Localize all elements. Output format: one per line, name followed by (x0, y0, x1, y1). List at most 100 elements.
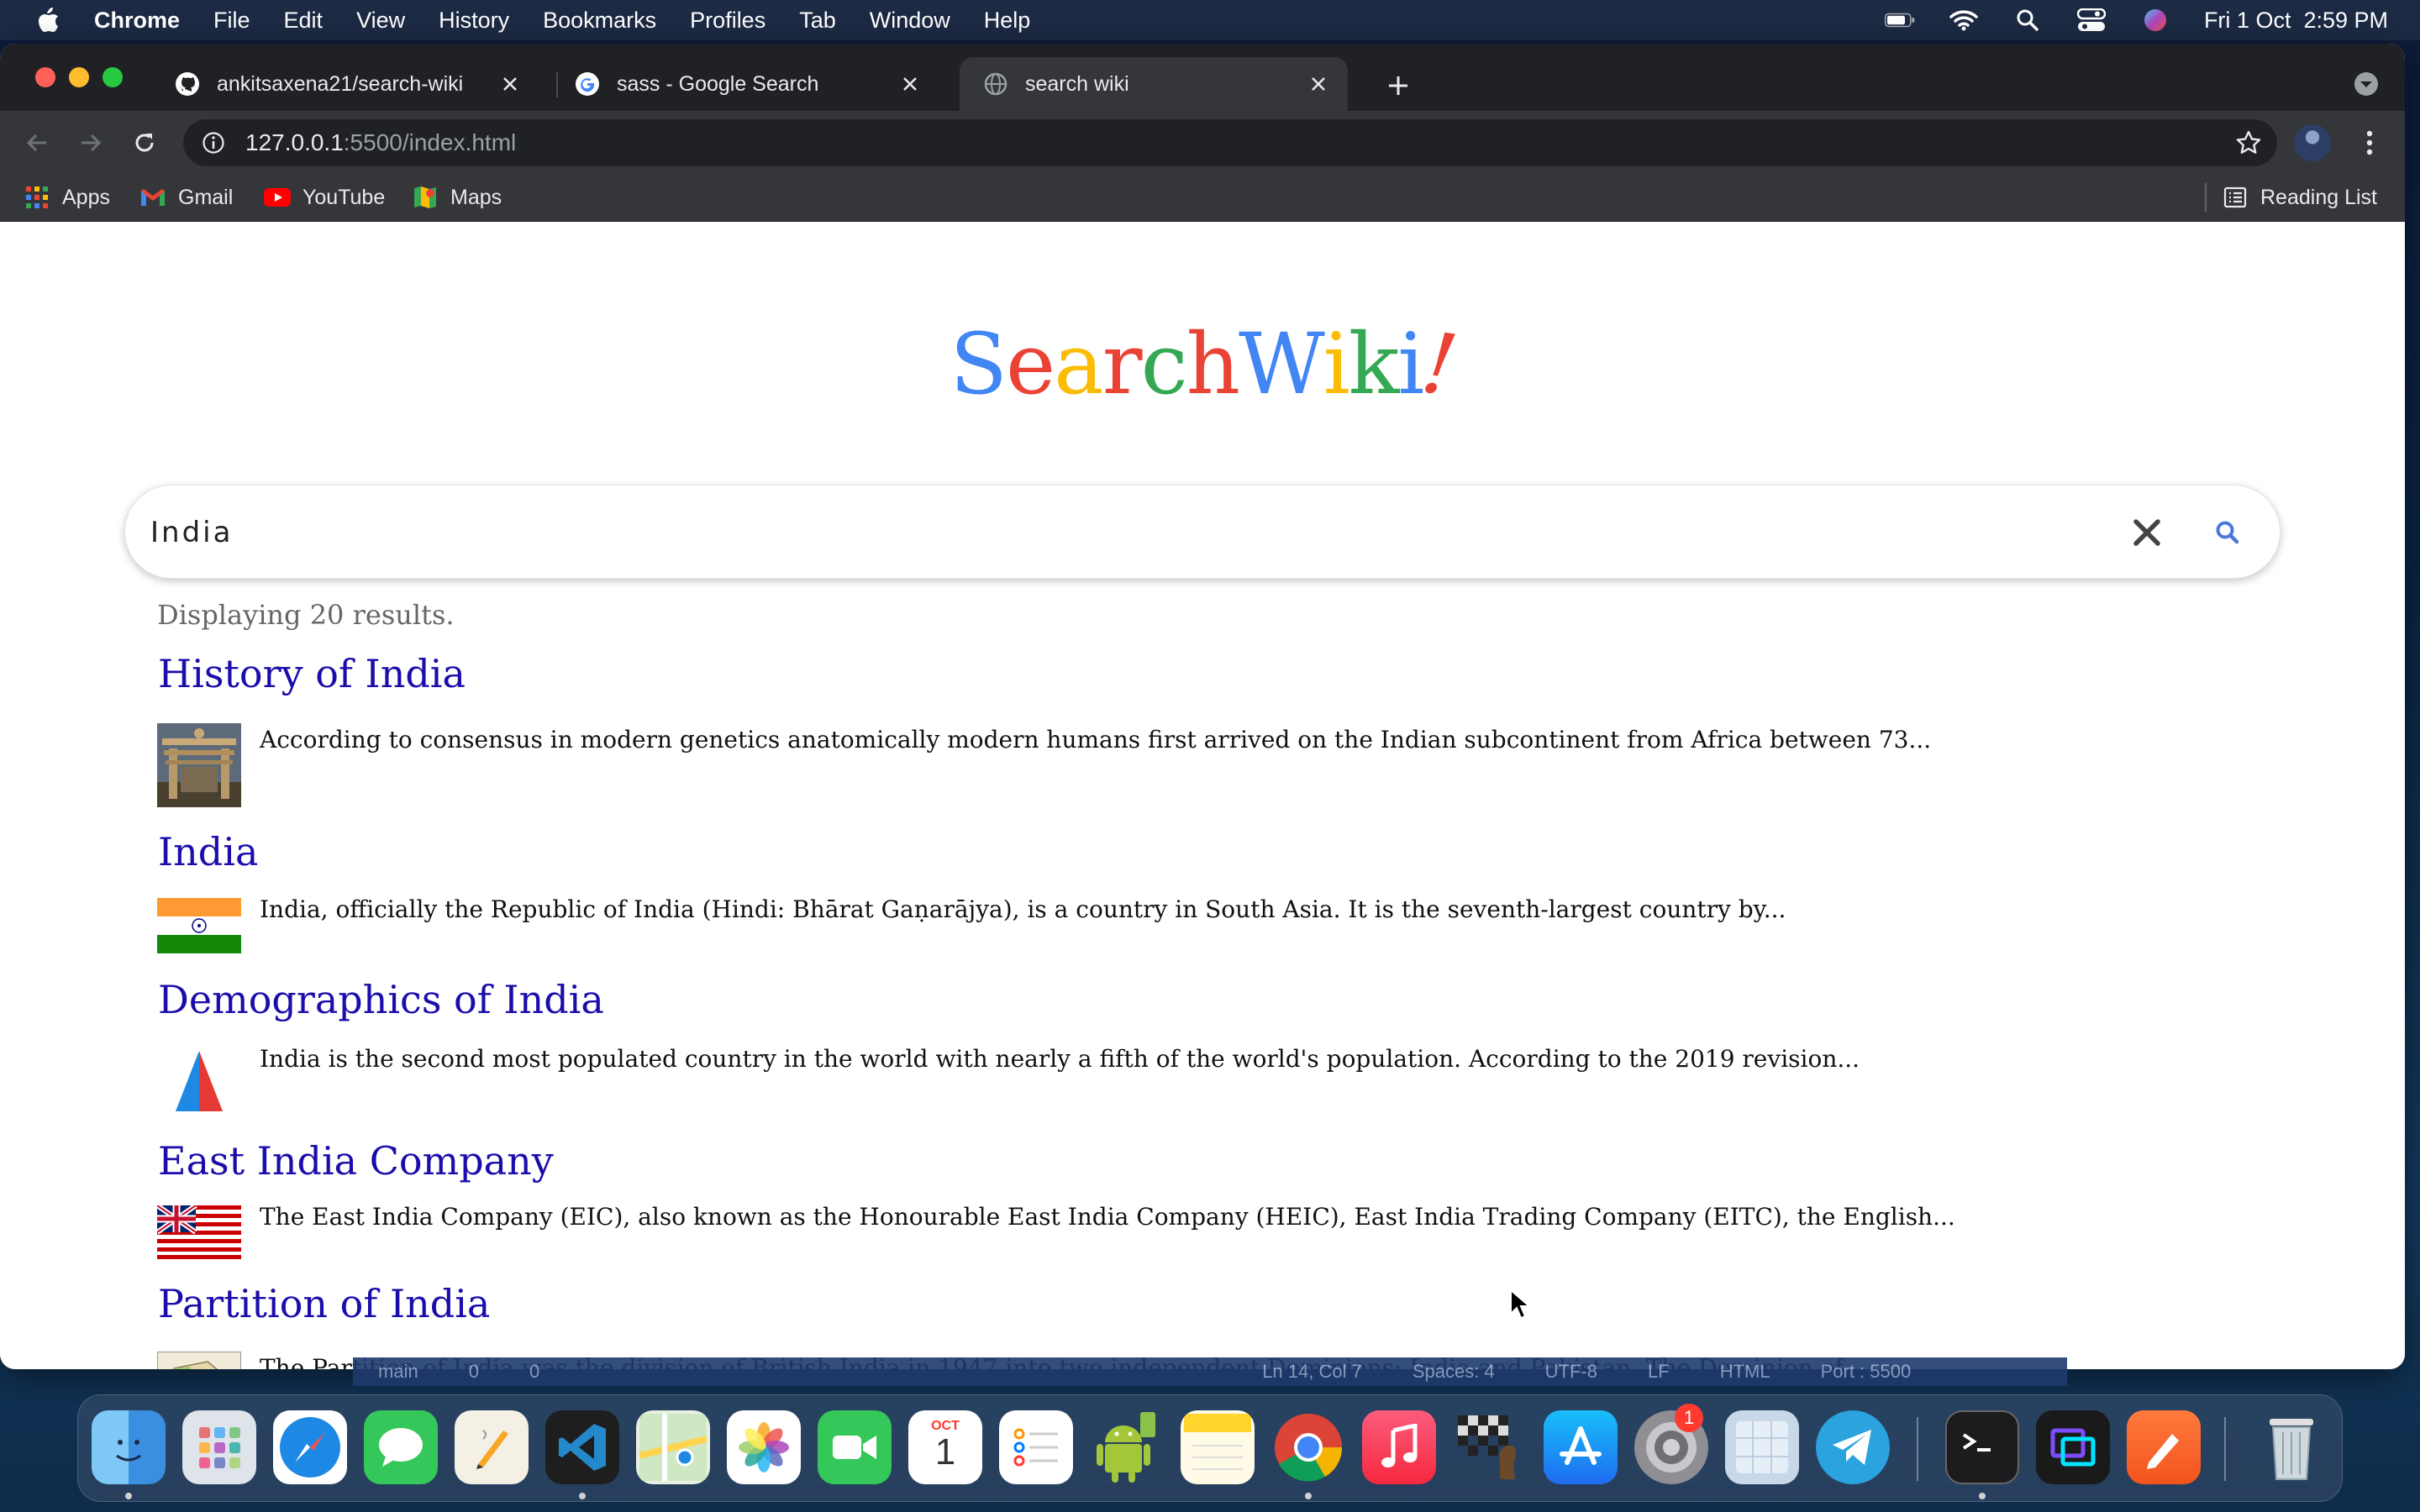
errors-count[interactable]: 0 (469, 1361, 479, 1383)
url-text[interactable]: 127.0.0.1:5500/index.html (245, 129, 516, 156)
wifi-icon[interactable] (1949, 8, 1979, 33)
terminal-icon[interactable] (1945, 1410, 2019, 1484)
reading-list-button[interactable]: Reading List (2222, 180, 2377, 215)
population-pyramid-image (157, 1047, 241, 1115)
line-ending-setting[interactable]: LF (1648, 1361, 1670, 1383)
logo-letter: W (1239, 315, 1325, 413)
git-branch-label[interactable]: main (378, 1361, 418, 1383)
live-server-port[interactable]: Port : 5500 (1821, 1361, 1912, 1383)
cursor-position[interactable]: Ln 14, Col 7 (1262, 1361, 1362, 1383)
android-studio-icon[interactable] (1090, 1410, 1164, 1484)
search-icon[interactable] (2214, 519, 2241, 546)
mouse-cursor-icon (1509, 1288, 1532, 1320)
bookmark-apps[interactable]: Apps (24, 180, 110, 215)
result-snippet: India is the second most populated count… (260, 1045, 1860, 1073)
close-tab-icon[interactable] (1306, 71, 1331, 97)
partition-map-image (157, 1352, 241, 1369)
logo-letter: S (950, 315, 1007, 413)
maps-app-icon[interactable] (636, 1410, 710, 1484)
result-title-link[interactable]: History of India (158, 651, 466, 696)
notes-icon[interactable] (1181, 1410, 1255, 1484)
result-title-link[interactable]: Partition of India (158, 1281, 490, 1326)
bookmark-youtube[interactable]: YouTube (264, 180, 385, 215)
running-indicator (1979, 1493, 1986, 1499)
spotlight-search-icon[interactable] (2012, 8, 2043, 33)
reload-icon[interactable] (128, 126, 161, 160)
finder-icon[interactable] (92, 1410, 166, 1484)
logo-letter: r (1102, 315, 1143, 413)
result-title-link[interactable]: East India Company (158, 1138, 554, 1184)
facetime-icon[interactable] (818, 1410, 892, 1484)
result-item: Partition of India The Partition of Indi… (157, 1281, 1865, 1369)
macos-menu-bar: Chrome File Edit View History Bookmarks … (0, 0, 2420, 40)
apps-grid-icon (24, 184, 50, 211)
safari-icon[interactable] (273, 1410, 347, 1484)
chess-icon[interactable] (1453, 1410, 1527, 1484)
menu-tab[interactable]: Tab (799, 8, 836, 34)
logo-letter: c (1140, 315, 1188, 413)
telegram-icon[interactable] (1816, 1410, 1890, 1484)
tab-github[interactable]: ankitsaxena21/search-wiki (151, 57, 539, 111)
menu-file[interactable]: File (213, 8, 250, 34)
zoom-window-button[interactable] (103, 67, 123, 87)
menu-profiles[interactable]: Profiles (690, 8, 765, 34)
bookmark-gmail[interactable]: Gmail (139, 180, 233, 215)
result-body: India is the second most populated count… (157, 1045, 1860, 1115)
sketch-pen-icon[interactable] (2127, 1410, 2201, 1484)
menu-app-name[interactable]: Chrome (94, 8, 180, 34)
site-info-icon[interactable] (200, 129, 227, 156)
pages-icon[interactable] (455, 1410, 529, 1484)
warnings-count[interactable]: 0 (529, 1361, 539, 1383)
bookmark-star-icon[interactable] (2235, 129, 2262, 156)
messages-icon[interactable] (364, 1410, 438, 1484)
bookmark-maps[interactable]: Maps (412, 180, 502, 215)
clear-search-icon[interactable] (2132, 517, 2162, 548)
calendar-icon[interactable]: OCT 1 (908, 1410, 982, 1484)
siri-icon[interactable] (2140, 8, 2170, 33)
chrome-icon[interactable] (1271, 1410, 1345, 1484)
result-item: India India, officially the Republic of … (157, 829, 1786, 953)
forward-arrow-icon[interactable] (74, 126, 108, 160)
notification-badge: 1 (1675, 1404, 1703, 1432)
new-tab-button[interactable] (1381, 69, 1415, 102)
menu-help[interactable]: Help (984, 8, 1031, 34)
profile-avatar[interactable] (2294, 124, 2331, 161)
address-bar[interactable]: 127.0.0.1:5500/index.html (183, 119, 2277, 166)
music-icon[interactable] (1362, 1410, 1436, 1484)
web-page: SearchWiki! Displaying 20 results. Histo… (0, 223, 2405, 1369)
photos-icon[interactable] (727, 1410, 801, 1484)
menu-window[interactable]: Window (870, 8, 950, 34)
tab-search-menu-icon[interactable] (2351, 69, 2381, 99)
result-title-link[interactable]: Demographics of India (158, 977, 604, 1022)
chrome-menu-icon[interactable] (2353, 126, 2386, 160)
vscode-icon[interactable] (545, 1410, 619, 1484)
menubar-clock[interactable]: Fri 1 Oct 2:59 PM (2204, 8, 2388, 34)
battery-icon[interactable] (1884, 8, 1915, 33)
logo-letter: ! (1416, 312, 1462, 416)
menu-history[interactable]: History (439, 8, 509, 34)
trash-icon[interactable] (2254, 1410, 2328, 1484)
control-center-icon[interactable] (2076, 8, 2107, 33)
screen-recorder-icon[interactable] (2036, 1410, 2110, 1484)
menu-bookmarks[interactable]: Bookmarks (543, 8, 656, 34)
language-mode[interactable]: HTML (1720, 1361, 1770, 1383)
preview-icon[interactable] (1725, 1410, 1799, 1484)
app-store-icon[interactable] (1544, 1410, 1618, 1484)
launchpad-icon[interactable] (182, 1410, 256, 1484)
menu-edit[interactable]: Edit (284, 8, 324, 34)
close-tab-icon[interactable] (897, 71, 923, 97)
reminders-icon[interactable] (999, 1410, 1073, 1484)
menu-view[interactable]: View (356, 8, 405, 34)
back-arrow-icon[interactable] (20, 126, 54, 160)
indentation-setting[interactable]: Spaces: 4 (1413, 1361, 1495, 1383)
close-tab-icon[interactable] (497, 71, 523, 97)
result-title-link[interactable]: India (158, 829, 258, 874)
tab-google-search[interactable]: sass - Google Search (551, 57, 939, 111)
minimize-window-button[interactable] (69, 67, 89, 87)
close-window-button[interactable] (35, 67, 55, 87)
apple-icon[interactable] (34, 6, 62, 34)
encoding-setting[interactable]: UTF-8 (1545, 1361, 1597, 1383)
tab-search-wiki[interactable]: search wiki (960, 57, 1348, 111)
macos-dock: OCT 1 1 (77, 1394, 2343, 1502)
search-input[interactable] (150, 504, 2167, 561)
